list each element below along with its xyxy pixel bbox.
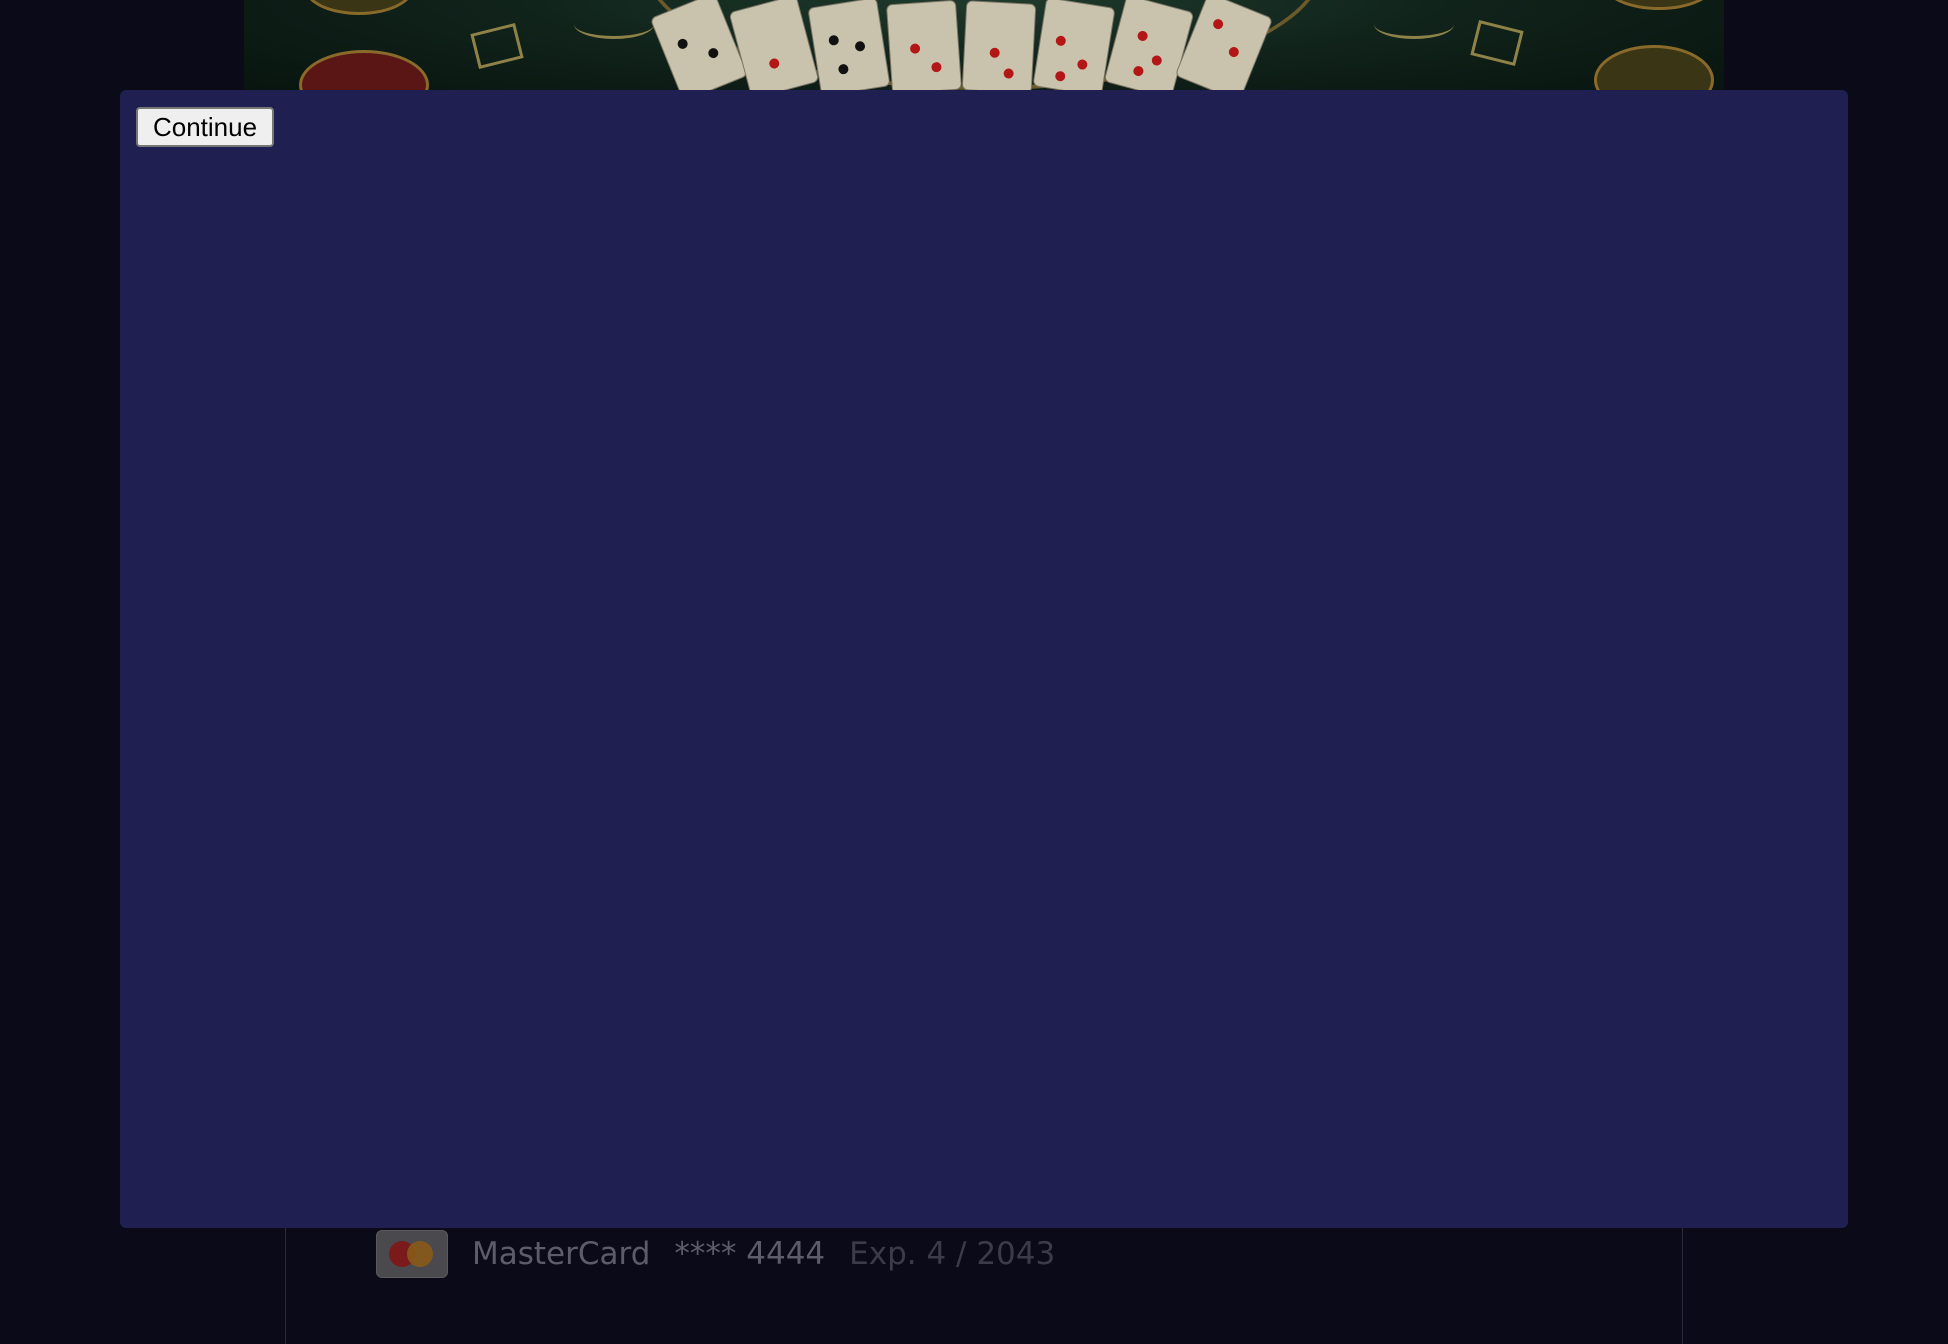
chip-icon xyxy=(1604,0,1714,10)
modal-dialog: Continue xyxy=(120,90,1848,1228)
bet-box-icon xyxy=(470,22,524,70)
card-brand: MasterCard xyxy=(472,1236,651,1272)
mastercard-logo-icon xyxy=(376,1230,448,1278)
page: MasterCard **** 4444 Exp. 4 / 2043 Conti… xyxy=(0,0,1948,1344)
continue-button[interactable]: Continue xyxy=(136,107,274,147)
playing-card-icon xyxy=(961,0,1037,94)
card-expiry: Exp. 4 / 2043 xyxy=(849,1236,1056,1272)
chip-icon xyxy=(304,0,414,15)
playing-card-icon xyxy=(1103,0,1195,100)
saved-card-row[interactable]: MasterCard **** 4444 Exp. 4 / 2043 xyxy=(376,1230,1055,1278)
playing-cards xyxy=(649,0,1324,100)
bet-box-icon xyxy=(1470,19,1524,67)
playing-card-icon xyxy=(885,0,963,95)
casino-banner-image xyxy=(244,0,1724,100)
table-curve-decoration xyxy=(574,10,654,39)
card-masked-number: **** 4444 xyxy=(674,1236,826,1272)
playing-card-icon xyxy=(1032,0,1116,97)
table-curve-decoration xyxy=(1374,10,1454,39)
playing-card-icon xyxy=(807,0,891,97)
playing-card-icon xyxy=(728,0,820,100)
